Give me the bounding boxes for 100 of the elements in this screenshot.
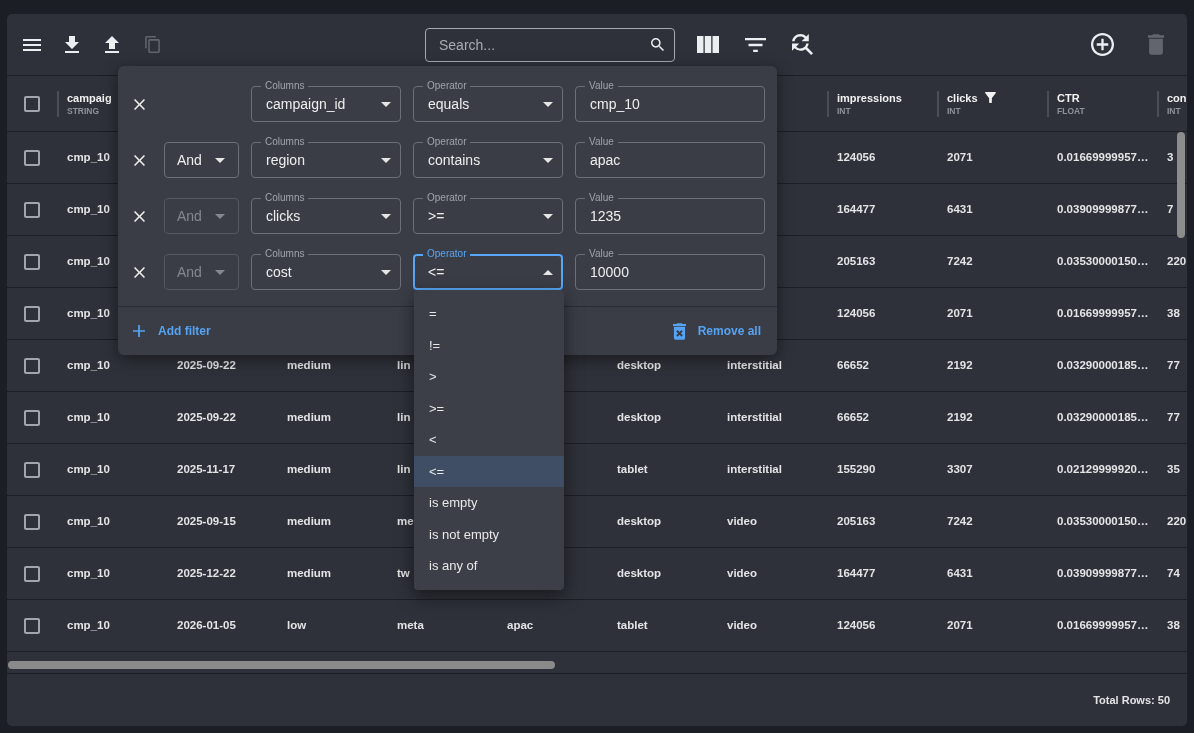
cell-text: 220 xyxy=(1167,513,1187,529)
upload-icon xyxy=(105,36,119,53)
field-label: Columns xyxy=(261,136,309,148)
search-field[interactable]: Search... xyxy=(425,27,675,62)
caret-icon xyxy=(381,157,391,163)
column-type: FLOAT xyxy=(1057,104,1085,117)
cell-text: 2025-11-17 xyxy=(177,461,236,477)
cell-text: 2192 xyxy=(947,409,973,425)
cell-text: 2192 xyxy=(947,357,973,373)
cell-text: video xyxy=(727,565,758,581)
download-icon xyxy=(65,36,79,53)
cell-text: video xyxy=(727,513,758,529)
cell-text: lin xyxy=(397,461,411,477)
cell-text: medium xyxy=(287,409,332,425)
cell-text: cmp_10 xyxy=(67,201,110,217)
field-label: Operator xyxy=(423,136,471,148)
cell-text: 220 xyxy=(1167,253,1187,269)
cell-text: 3 xyxy=(1167,149,1174,165)
field-label: Columns xyxy=(261,80,309,92)
cell-text: medium xyxy=(287,513,332,529)
cell-text: 38 xyxy=(1167,305,1180,321)
cell-text: 77 xyxy=(1167,409,1180,425)
cell-text: 7 xyxy=(1167,201,1174,217)
field-label: Columns xyxy=(261,248,309,260)
field-label: Value xyxy=(585,192,618,204)
cell-text: desktop xyxy=(617,565,662,581)
menu-item[interactable]: = xyxy=(414,298,564,330)
logic-select[interactable]: And xyxy=(164,142,239,178)
select-all-checkbox[interactable] xyxy=(24,95,40,112)
cell-text: cmp_10 xyxy=(67,357,110,373)
close-icon xyxy=(133,266,145,278)
caret-icon xyxy=(543,269,553,275)
cell-text: interstitial xyxy=(727,461,782,477)
menu-item[interactable]: > xyxy=(414,361,564,393)
row-checkbox[interactable] xyxy=(24,617,40,634)
menu-item[interactable]: < xyxy=(414,424,564,456)
caret-icon xyxy=(215,157,225,163)
search-icon xyxy=(651,37,664,51)
filter-icon xyxy=(744,37,766,52)
add-filter-button[interactable]: Add filter xyxy=(133,322,211,340)
cell-text: cmp_10 xyxy=(67,409,110,425)
cell-text: meta xyxy=(397,617,424,633)
menu-item[interactable]: is any of xyxy=(414,550,564,582)
caret-icon xyxy=(381,101,391,107)
menu-item[interactable]: != xyxy=(414,329,564,361)
cell-text: 0.03909999877… xyxy=(1057,565,1149,581)
field-label: Value xyxy=(585,248,618,260)
cell-text: 3307 xyxy=(947,461,973,477)
column-type: INT xyxy=(947,104,962,117)
horizontal-scrollbar[interactable] xyxy=(8,661,555,669)
cell-text: cmp_10 xyxy=(67,461,110,477)
cell-text: 0.03290000185… xyxy=(1057,409,1149,425)
cell-text: 66652 xyxy=(837,357,869,373)
vertical-scrollbar[interactable] xyxy=(1177,132,1185,238)
cell-text: 0.02129999920… xyxy=(1057,461,1149,477)
field-label: Value xyxy=(585,136,618,148)
cell-text: 66652 xyxy=(837,409,869,425)
cell-text: 124056 xyxy=(837,305,876,321)
column-type: STRING xyxy=(67,104,101,117)
remove-all-button[interactable]: Remove all xyxy=(672,322,761,340)
row-checkbox[interactable] xyxy=(24,305,40,322)
column-label: CTR xyxy=(1057,90,1080,105)
cell-text: 2025-09-15 xyxy=(177,513,236,529)
cell-text: 0.03530000150… xyxy=(1057,253,1149,269)
trash-x-icon xyxy=(672,322,686,340)
caret-icon xyxy=(215,213,225,219)
column-label: clicks xyxy=(947,90,978,105)
menu-icon xyxy=(23,38,41,51)
menu-item[interactable]: >= xyxy=(414,392,564,424)
cell-text: tw xyxy=(397,565,410,581)
row-checkbox[interactable] xyxy=(24,461,40,478)
caret-icon xyxy=(543,157,553,163)
plus-icon xyxy=(133,325,145,337)
row-checkbox[interactable] xyxy=(24,149,40,166)
row-checkbox[interactable] xyxy=(24,565,40,582)
caret-icon xyxy=(543,213,553,219)
menu-item[interactable]: is not empty xyxy=(414,518,564,550)
cell-text: 6431 xyxy=(947,565,973,581)
menu-item[interactable]: <= xyxy=(414,455,564,487)
cell-text: medium xyxy=(287,357,332,373)
field-label: Operator xyxy=(423,248,471,260)
row-checkbox[interactable] xyxy=(24,409,40,426)
cell-text: 0.01669999957… xyxy=(1057,617,1149,633)
cell-text: video xyxy=(727,617,758,633)
cell-text: lin xyxy=(397,409,411,425)
cell-text: lin xyxy=(397,357,411,373)
row-checkbox[interactable] xyxy=(24,357,40,374)
cell-text: cmp_10 xyxy=(67,513,110,529)
caret-icon xyxy=(381,213,391,219)
menu-item[interactable]: is empty xyxy=(414,487,564,519)
row-checkbox[interactable] xyxy=(24,253,40,270)
cell-text: 205163 xyxy=(837,253,876,269)
field-label: Operator xyxy=(423,192,471,204)
close-icon xyxy=(133,98,145,110)
row-checkbox[interactable] xyxy=(24,201,40,218)
row-checkbox[interactable] xyxy=(24,513,40,530)
cell-text: 0.01669999957… xyxy=(1057,149,1149,165)
cell-text: cmp_10 xyxy=(67,149,110,165)
close-icon xyxy=(133,154,145,166)
cell-text: 77 xyxy=(1167,357,1180,373)
